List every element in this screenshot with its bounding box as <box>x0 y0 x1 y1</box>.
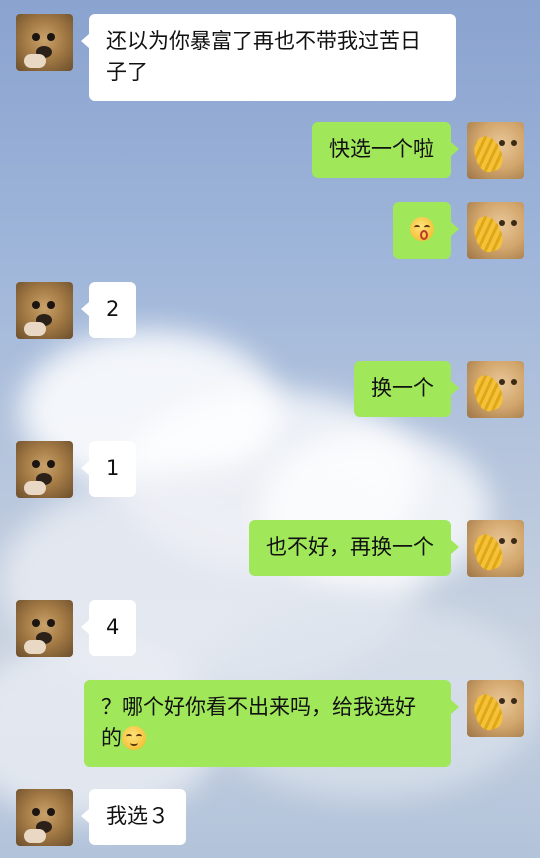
message-bubble[interactable]: 换一个 <box>354 361 459 417</box>
puppy-avatar[interactable] <box>16 600 73 657</box>
cat-with-bread-avatar[interactable] <box>467 202 524 259</box>
message-text: 也不好，再换一个 <box>266 535 434 559</box>
message-bubble[interactable]: 我选３ <box>81 789 186 845</box>
message-bubble[interactable]: 1 <box>80 441 137 497</box>
message-received: 2 <box>16 282 137 339</box>
puppy-avatar[interactable] <box>16 441 73 498</box>
message-received: 1 <box>16 441 137 498</box>
message-bubble[interactable]: ？哪个好你看不出来吗，给我选好的 <box>84 680 459 767</box>
kissing-face-emoji <box>410 216 434 241</box>
message-text: 4 <box>106 615 120 639</box>
message-bubble[interactable]: 4 <box>80 600 137 656</box>
message-sent <box>393 202 524 259</box>
puppy-avatar[interactable] <box>16 789 73 846</box>
message-text: 我选３ <box>106 804 169 828</box>
message-sent: 换一个 <box>354 361 524 418</box>
message-received: 4 <box>16 600 137 657</box>
cat-with-bread-avatar[interactable] <box>467 680 524 737</box>
message-bubble[interactable]: 还以为你暴富了再也不带我过苦日子了 <box>81 14 456 101</box>
message-bubble[interactable]: 也不好，再换一个 <box>249 520 459 576</box>
message-bubble[interactable]: 2 <box>80 282 137 338</box>
message-text: 2 <box>106 297 120 321</box>
puppy-avatar[interactable] <box>16 282 73 339</box>
message-text: 1 <box>106 456 120 480</box>
cat-with-bread-avatar[interactable] <box>467 520 524 577</box>
message-text: 快选一个啦 <box>329 137 434 161</box>
message-received: 我选３ <box>16 789 186 846</box>
message-sent: 快选一个啦 <box>312 122 524 179</box>
message-bubble[interactable]: 快选一个啦 <box>312 122 459 178</box>
smiling-face-emoji <box>122 725 146 750</box>
message-text: 换一个 <box>371 376 434 400</box>
message-text: ？哪个好你看不出来吗，给我选好的 <box>101 695 416 750</box>
cat-with-bread-avatar[interactable] <box>467 361 524 418</box>
puppy-avatar[interactable] <box>16 14 73 71</box>
message-received: 还以为你暴富了再也不带我过苦日子了 <box>16 14 456 101</box>
cat-with-bread-avatar[interactable] <box>467 122 524 179</box>
message-bubble[interactable] <box>393 202 459 259</box>
message-sent: ？哪个好你看不出来吗，给我选好的 <box>84 680 524 767</box>
message-text: 还以为你暴富了再也不带我过苦日子了 <box>106 29 421 84</box>
message-sent: 也不好，再换一个 <box>249 520 524 577</box>
